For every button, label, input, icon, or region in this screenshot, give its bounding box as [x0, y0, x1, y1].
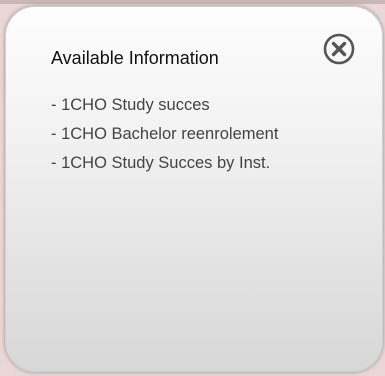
available-information-panel: Available Information - 1CHO Study succe…	[5, 6, 383, 372]
panel-title: Available Information	[51, 48, 219, 68]
close-button[interactable]	[322, 32, 356, 66]
information-item-study-succes[interactable]: - 1CHO Study succes	[51, 91, 278, 120]
information-item-bachelor-reenrolement[interactable]: - 1CHO Bachelor reenrolement	[51, 120, 278, 149]
information-list: - 1CHO Study succes - 1CHO Bachelor reen…	[51, 91, 278, 178]
close-circle-icon	[323, 33, 355, 65]
top-edge-strip	[0, 0, 385, 4]
information-item-study-succes-by-inst[interactable]: - 1CHO Study Succes by Inst.	[51, 149, 278, 178]
